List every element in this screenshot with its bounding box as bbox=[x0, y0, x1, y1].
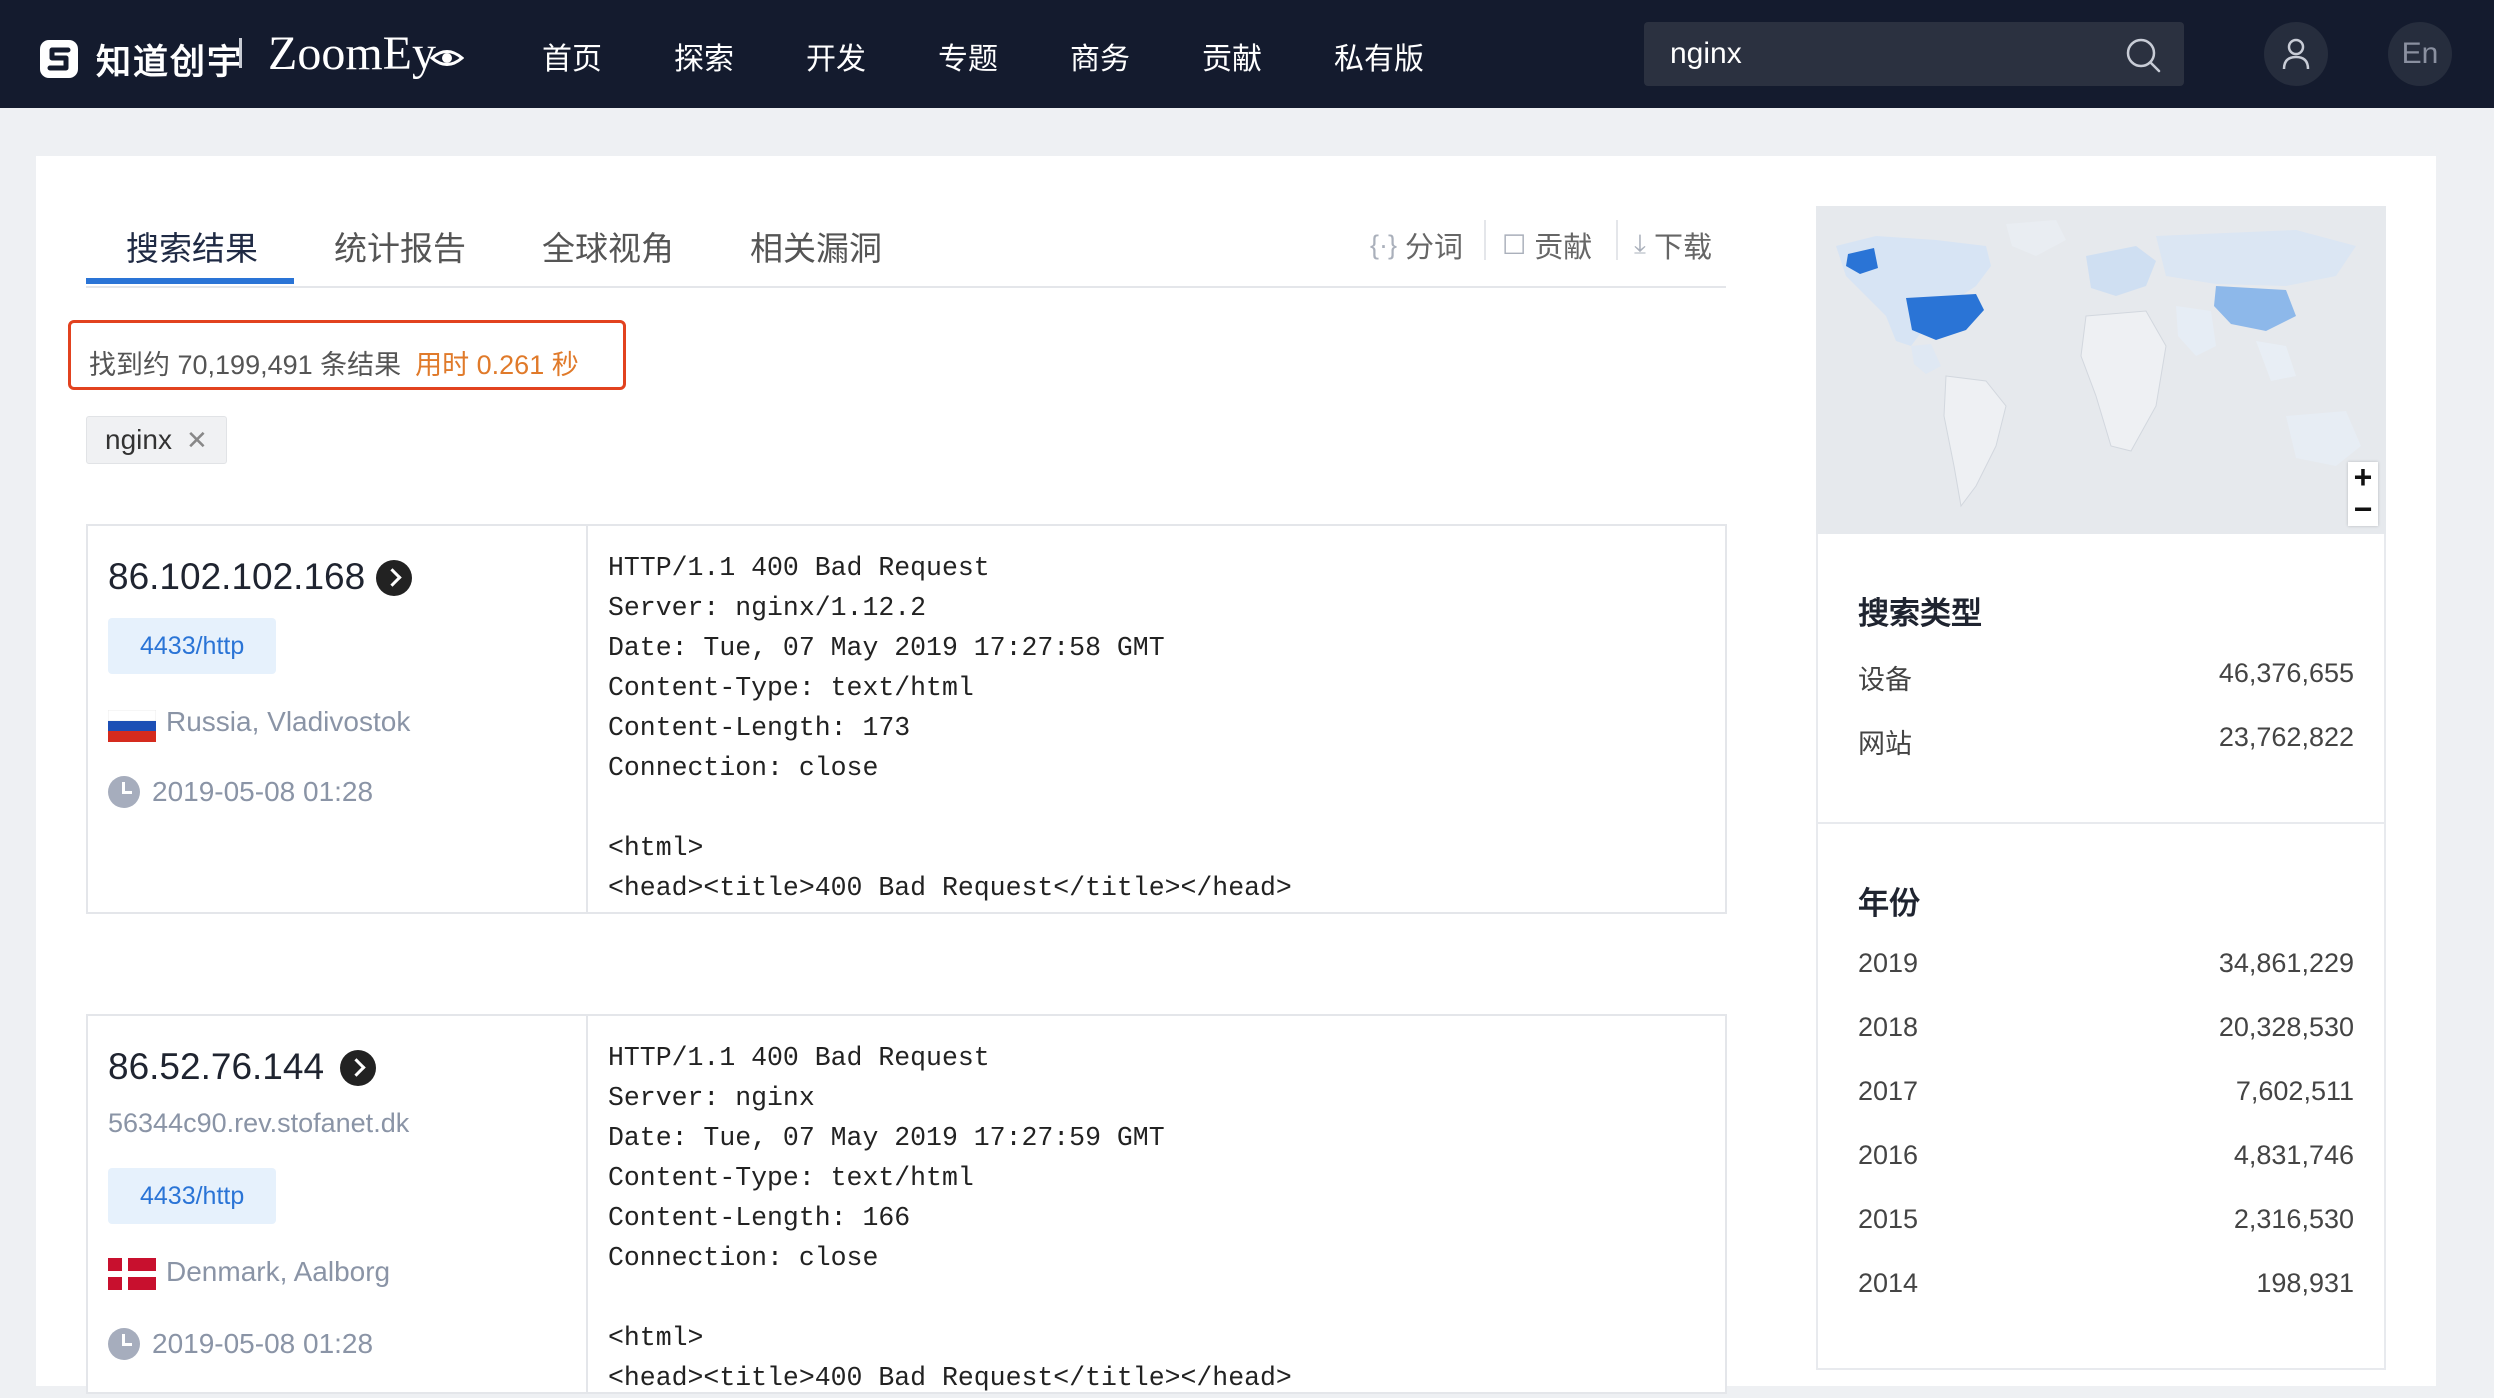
facet-row-year[interactable]: 2014 198,931 bbox=[1858, 1268, 2354, 1308]
result-time: 2019-05-08 01:28 bbox=[152, 1328, 374, 1359]
nav-develop[interactable]: 开发 bbox=[806, 34, 866, 78]
tab-statistics-report[interactable]: 统计报告 bbox=[334, 222, 466, 270]
clock-icon bbox=[108, 1328, 140, 1360]
open-detail-icon[interactable] bbox=[340, 1050, 376, 1086]
eye-logo-icon bbox=[430, 50, 464, 66]
brand-divider bbox=[239, 38, 242, 68]
nav-topics[interactable]: 专题 bbox=[938, 34, 998, 78]
facet-label: 网站 bbox=[1858, 729, 1912, 759]
port-tag[interactable]: 4433/http bbox=[108, 618, 277, 674]
braces-icon: {·} bbox=[1370, 229, 1398, 260]
facet-label: 2017 bbox=[1858, 1076, 1919, 1106]
result-meta: 86.52.76.144 56344c90.rev.stofanet.dk 44… bbox=[88, 1016, 588, 1392]
search-type-title: 搜索类型 bbox=[1858, 596, 1982, 631]
tool-divider bbox=[1616, 220, 1618, 260]
result-card: 86.102.102.168 4433/http Russia, Vladivo… bbox=[86, 524, 1727, 914]
segment-button[interactable]: {·} 分词 bbox=[1370, 224, 1463, 266]
facet-row-website[interactable]: 网站 23,762,822 bbox=[1858, 722, 2354, 762]
result-hostname[interactable]: 56344c90.rev.stofanet.dk bbox=[108, 1108, 409, 1139]
edit-icon: ☐ bbox=[1502, 229, 1527, 260]
search-input[interactable] bbox=[1670, 22, 2110, 86]
nav-private[interactable]: 私有版 bbox=[1334, 34, 1424, 78]
russia-flag-icon bbox=[108, 710, 156, 742]
world-map[interactable]: + − bbox=[1816, 206, 2386, 534]
search-icon[interactable] bbox=[2124, 36, 2162, 74]
facet-divider bbox=[1818, 822, 2384, 824]
active-tab-indicator bbox=[86, 278, 294, 284]
facet-count: 34,861,229 bbox=[2218, 948, 2354, 978]
result-card: 86.52.76.144 56344c90.rev.stofanet.dk 44… bbox=[86, 1014, 1727, 1394]
year-title: 年份 bbox=[1858, 886, 1920, 921]
nav-explore[interactable]: 探索 bbox=[674, 34, 734, 78]
main-nav: 首页 探索 开发 专题 商务 贡献 私有版 bbox=[542, 34, 1496, 78]
nav-home[interactable]: 首页 bbox=[542, 34, 602, 78]
nav-contribute[interactable]: 贡献 bbox=[1202, 34, 1262, 78]
tool-divider bbox=[1484, 220, 1486, 260]
result-tabs: 搜索结果 统计报告 全球视角 相关漏洞 {·} 分词 ☐ 贡献 ⤓ 下载 bbox=[86, 194, 1726, 288]
facet-label: 2019 bbox=[1858, 948, 1919, 978]
facet-label: 设备 bbox=[1858, 665, 1912, 695]
knownsec-logo-icon[interactable] bbox=[38, 38, 80, 80]
zoom-out-button[interactable]: − bbox=[2348, 493, 2378, 526]
facet-count: 20,328,530 bbox=[2218, 1012, 2354, 1042]
port-tag[interactable]: 4433/http bbox=[108, 1168, 277, 1224]
result-ip[interactable]: 86.102.102.168 bbox=[108, 556, 365, 598]
denmark-flag-icon bbox=[108, 1258, 156, 1290]
nav-business[interactable]: 商务 bbox=[1070, 34, 1130, 78]
facet-count: 4,831,746 bbox=[2233, 1140, 2354, 1170]
open-detail-icon[interactable] bbox=[376, 560, 412, 596]
facet-label: 2016 bbox=[1858, 1140, 1919, 1170]
tab-global-view[interactable]: 全球视角 bbox=[542, 222, 674, 270]
brand-name-zoomeye[interactable]: ZoomEy bbox=[268, 26, 436, 81]
result-meta: 86.102.102.168 4433/http Russia, Vladivo… bbox=[88, 526, 588, 912]
result-summary: 找到约 70,199,491 条结果 用时 0.261 秒 bbox=[89, 343, 579, 382]
top-search-box bbox=[1644, 22, 2184, 86]
top-navbar: 知道创宇 ZoomEy 首页 探索 开发 专题 商务 贡献 私有版 En bbox=[0, 0, 2494, 108]
query-time: 用时 0.261 秒 bbox=[415, 350, 579, 380]
result-location[interactable]: Denmark, Aalborg bbox=[166, 1256, 390, 1288]
result-summary-highlight: 找到约 70,199,491 条结果 用时 0.261 秒 bbox=[68, 320, 626, 390]
map-zoom-controls: + − bbox=[2348, 461, 2378, 526]
user-account-button[interactable] bbox=[2264, 22, 2328, 86]
result-location[interactable]: Russia, Vladivostok bbox=[166, 706, 410, 738]
close-icon[interactable]: ✕ bbox=[186, 425, 208, 456]
language-toggle-button[interactable]: En bbox=[2388, 22, 2452, 86]
tab-search-results[interactable]: 搜索结果 bbox=[126, 222, 258, 270]
facet-count: 2,316,530 bbox=[2233, 1204, 2354, 1234]
facet-count: 46,376,655 bbox=[2218, 658, 2354, 688]
contribute-button[interactable]: ☐ 贡献 bbox=[1502, 224, 1592, 266]
facet-count: 7,602,511 bbox=[2235, 1076, 2354, 1106]
query-chip-label: nginx bbox=[105, 424, 172, 455]
facet-row-year[interactable]: 2017 7,602,511 bbox=[1858, 1076, 2354, 1116]
result-time: 2019-05-08 01:28 bbox=[152, 776, 374, 807]
download-label: 下载 bbox=[1653, 232, 1712, 264]
facet-row-year[interactable]: 2016 4,831,746 bbox=[1858, 1140, 2354, 1180]
tab-related-vulns[interactable]: 相关漏洞 bbox=[750, 222, 882, 270]
facet-row-year[interactable]: 2018 20,328,530 bbox=[1858, 1012, 2354, 1052]
facet-label: 2018 bbox=[1858, 1012, 1919, 1042]
world-map-graphic bbox=[1836, 220, 2361, 508]
clock-icon bbox=[108, 776, 140, 808]
result-count: 找到约 70,199,491 条结果 bbox=[89, 350, 402, 380]
segment-label: 分词 bbox=[1405, 232, 1464, 264]
facet-row-device[interactable]: 设备 46,376,655 bbox=[1858, 658, 2354, 698]
user-icon bbox=[2282, 38, 2310, 70]
facet-row-year[interactable]: 2015 2,316,530 bbox=[1858, 1204, 2354, 1244]
query-chip: nginx ✕ bbox=[86, 416, 227, 464]
result-banner: HTTP/1.1 400 Bad Request Server: nginx D… bbox=[608, 1043, 1292, 1393]
result-banner: HTTP/1.1 400 Bad Request Server: nginx/1… bbox=[608, 553, 1292, 903]
zoom-in-button[interactable]: + bbox=[2348, 461, 2378, 494]
brand-name-cn[interactable]: 知道创宇 bbox=[96, 34, 244, 85]
result-ip[interactable]: 86.52.76.144 bbox=[108, 1046, 324, 1088]
facet-label: 2014 bbox=[1858, 1268, 1919, 1298]
facet-label: 2015 bbox=[1858, 1204, 1919, 1234]
download-button[interactable]: ⤓ 下载 bbox=[1634, 224, 1712, 266]
facet-count: 23,762,822 bbox=[2218, 722, 2354, 752]
facet-row-year[interactable]: 2019 34,861,229 bbox=[1858, 948, 2354, 988]
facet-panel: 搜索类型 设备 46,376,655 网站 23,762,822 年份 2019… bbox=[1816, 534, 2386, 1370]
download-icon: ⤓ bbox=[1634, 229, 1646, 259]
facet-count: 198,931 bbox=[2256, 1268, 2354, 1298]
contribute-label: 贡献 bbox=[1534, 232, 1593, 264]
